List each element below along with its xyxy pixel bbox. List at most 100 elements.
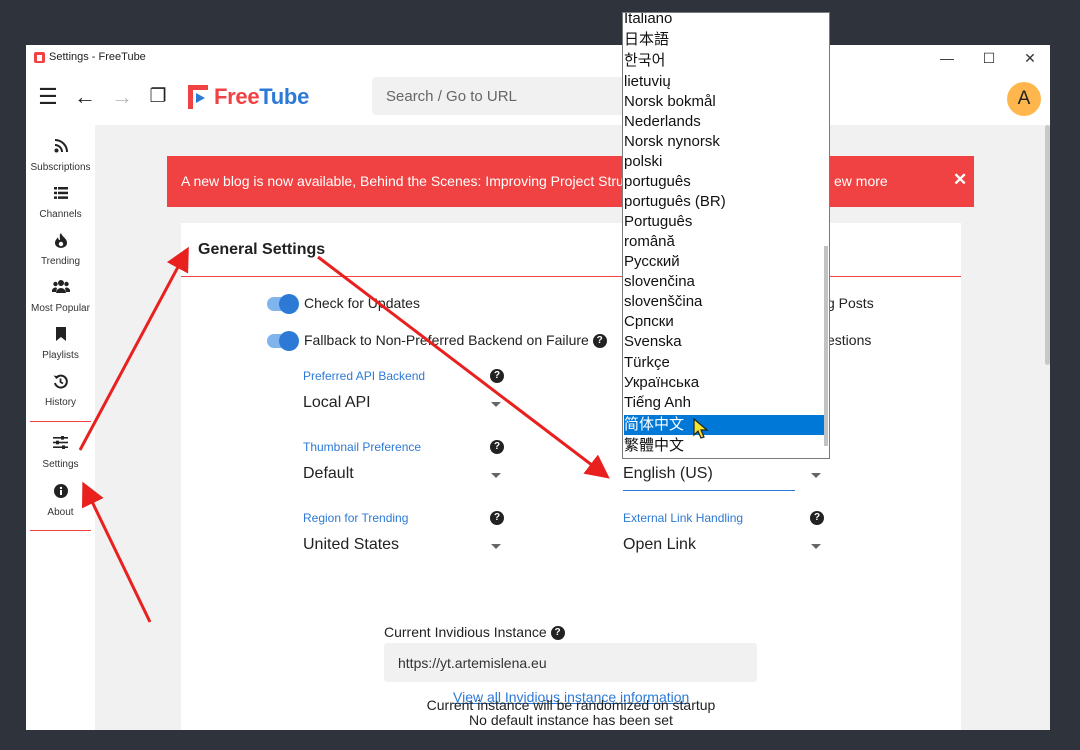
sidebar-item-most-popular[interactable]: Most Popular xyxy=(26,280,95,314)
sidebar-item-label: History xyxy=(44,397,77,408)
app-window: Settings - FreeTube — ☐ ✕ ☰ ← → ❐ FreeTu… xyxy=(26,45,1050,730)
dropdown-option[interactable]: slovenščina xyxy=(624,292,824,312)
external-link-label: External Link Handling xyxy=(623,511,744,525)
dropdown-option[interactable]: lietuvių xyxy=(624,72,824,92)
new-window-icon[interactable]: ❐ xyxy=(145,84,171,110)
dropdown-option[interactable]: Русский xyxy=(624,252,824,272)
help-icon[interactable]: ? xyxy=(490,511,504,525)
freetube-app-icon xyxy=(34,52,45,63)
dropdown-option[interactable]: Српски xyxy=(624,312,824,332)
mouse-cursor-icon xyxy=(693,418,709,439)
dropdown-option[interactable]: Tiếng Anh xyxy=(624,393,824,413)
minimize-button[interactable]: — xyxy=(932,48,962,68)
dropdown-option[interactable]: Nederlands xyxy=(624,112,824,132)
preferred-backend-label: Preferred API Backend xyxy=(303,369,426,383)
menu-icon[interactable]: ☰ xyxy=(35,84,61,110)
help-icon[interactable]: ? xyxy=(550,626,565,641)
help-icon[interactable]: ? xyxy=(810,511,824,525)
freetube-logo-text[interactable]: FreeTube xyxy=(214,84,309,110)
dropdown-option[interactable]: português (BR) xyxy=(624,192,824,212)
logo-free-text: Free xyxy=(214,84,260,109)
randomize-note: Current instance will be randomized on s… xyxy=(426,697,716,713)
dropdown-option[interactable]: polski xyxy=(624,152,824,172)
dropdown-option[interactable]: română xyxy=(624,232,824,252)
chevron-down-icon[interactable] xyxy=(811,544,821,549)
sidebar-item-playlists[interactable]: Playlists xyxy=(26,327,95,361)
dropdown-option[interactable]: Türkçe xyxy=(624,353,824,373)
sidebar-item-label: Channels xyxy=(39,209,82,220)
banner-text: A new blog is now available, Behind the … xyxy=(181,173,635,189)
sliders-icon xyxy=(26,436,95,454)
freetube-logo-icon[interactable] xyxy=(188,85,210,109)
region-trending-select[interactable]: United States xyxy=(303,536,399,554)
invidious-instance-label: Current Invidious Instance ? xyxy=(384,624,565,641)
maximize-button[interactable]: ☐ xyxy=(974,48,1004,68)
search-input[interactable]: Search / Go to URL xyxy=(372,77,642,115)
default-instance-note: No default instance has been set xyxy=(469,712,673,728)
help-icon[interactable]: ? xyxy=(592,334,607,349)
dropdown-option[interactable]: Norsk bokmål xyxy=(624,92,824,112)
chevron-down-icon[interactable] xyxy=(491,473,501,478)
locale-select[interactable]: English (US) xyxy=(623,465,713,483)
window-title: Settings - FreeTube xyxy=(49,51,146,63)
general-settings-card: General Settings Check for Updates g Pos… xyxy=(181,223,961,730)
banner-close-icon[interactable]: ✕ xyxy=(953,170,967,190)
preferred-backend-select[interactable]: Local API xyxy=(303,394,371,412)
check-updates-toggle[interactable] xyxy=(267,294,299,314)
sidebar-item-trending[interactable]: Trending xyxy=(26,233,95,267)
sidebar-item-history[interactable]: History xyxy=(26,374,95,408)
sidebar-item-channels[interactable]: Channels xyxy=(26,186,95,220)
chevron-down-icon[interactable] xyxy=(811,473,821,478)
dropdown-option[interactable]: Українська xyxy=(624,373,824,393)
check-updates-label: Check for Updates xyxy=(304,295,420,311)
help-icon[interactable]: ? xyxy=(490,369,504,383)
section-title[interactable]: General Settings xyxy=(198,241,325,259)
sidebar-item-subscriptions[interactable]: Subscriptions xyxy=(26,139,95,173)
help-icon[interactable]: ? xyxy=(490,440,504,454)
fire-icon xyxy=(26,233,95,251)
users-icon xyxy=(26,280,95,298)
blog-banner[interactable]: A new blog is now available, Behind the … xyxy=(167,156,974,207)
search-placeholder: Search / Go to URL xyxy=(386,88,517,105)
section-divider xyxy=(181,276,961,277)
invidious-instance-text: Current Invidious Instance xyxy=(384,624,547,640)
sidebar-divider xyxy=(30,421,91,422)
right-option-label: g Posts xyxy=(827,295,874,311)
window-scrollbar[interactable] xyxy=(1045,125,1050,365)
external-link-select[interactable]: Open Link xyxy=(623,536,696,554)
list-icon xyxy=(26,186,95,204)
sidebar-item-label: Settings xyxy=(42,459,79,470)
dropdown-option[interactable]: 日本語 xyxy=(624,30,824,50)
sidebar-item-about[interactable]: About xyxy=(26,484,95,518)
close-window-button[interactable]: ✕ xyxy=(1015,48,1045,68)
forward-arrow-icon[interactable]: → xyxy=(109,84,135,110)
dropdown-scrollbar[interactable] xyxy=(824,246,828,446)
title-bar: Settings - FreeTube — ☐ ✕ xyxy=(26,45,1050,71)
dropdown-option[interactable]: 繁體中文 xyxy=(624,436,824,456)
dropdown-option-selected[interactable]: 简体中文 xyxy=(624,415,824,435)
fallback-backend-toggle[interactable] xyxy=(267,331,299,351)
thumbnail-preference-label: Thumbnail Preference xyxy=(303,440,422,454)
top-nav: ☰ ← → ❐ FreeTube Search / Go to URL A xyxy=(26,71,1050,125)
dropdown-option[interactable]: Norsk nynorsk xyxy=(624,132,824,152)
sidebar-item-label: About xyxy=(47,507,74,518)
sidebar-item-label: Most Popular xyxy=(31,303,90,314)
invidious-instance-input[interactable]: https://yt.artemislena.eu xyxy=(384,643,757,682)
dropdown-option[interactable]: slovenčina xyxy=(624,272,824,292)
dropdown-option[interactable]: Português xyxy=(624,212,824,232)
back-arrow-icon[interactable]: ← xyxy=(72,84,98,110)
avatar[interactable]: A xyxy=(1007,82,1041,116)
dropdown-option[interactable]: Italiano xyxy=(624,13,824,29)
sidebar-divider xyxy=(30,530,91,531)
chevron-down-icon[interactable] xyxy=(491,402,501,407)
locale-dropdown-list[interactable]: Italiano 日本語 한국어 lietuvių Norsk bokmål N… xyxy=(622,12,830,459)
sidebar-item-settings[interactable]: Settings xyxy=(26,436,95,470)
thumbnail-preference-select[interactable]: Default xyxy=(303,465,354,483)
dropdown-option[interactable]: português xyxy=(624,172,824,192)
dropdown-option[interactable]: Svenska xyxy=(624,332,824,352)
region-trending-label: Region for Trending xyxy=(303,511,409,525)
dropdown-option[interactable]: 한국어 xyxy=(624,51,824,71)
fallback-backend-label: Fallback to Non-Preferred Backend on Fai… xyxy=(304,332,607,349)
banner-view-more-text[interactable]: ew more xyxy=(834,173,888,189)
chevron-down-icon[interactable] xyxy=(491,544,501,549)
